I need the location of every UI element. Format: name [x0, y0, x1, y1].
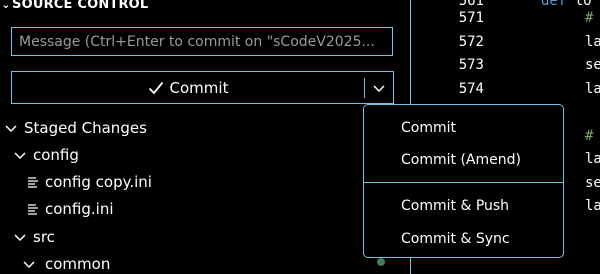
code-comment: #	[585, 10, 594, 26]
menu-item-commit-amend[interactable]: Commit (Amend)	[401, 152, 521, 168]
code-text: la	[585, 81, 600, 97]
menu-item-commit[interactable]: Commit	[401, 120, 456, 136]
tree-folder-src[interactable]: src	[13, 224, 55, 250]
chevron-down-icon	[23, 261, 35, 269]
menu-item-commit-sync[interactable]: Commit & Sync	[401, 231, 510, 247]
staged-changes-header[interactable]: Staged Changes	[4, 115, 147, 141]
menu-divider	[364, 182, 563, 183]
chevron-down-icon	[14, 234, 26, 242]
code-text: la	[585, 34, 600, 50]
tree-file-config-copy[interactable]: config copy.ini	[27, 169, 152, 195]
code-text: la	[585, 198, 600, 214]
code-text: se	[585, 175, 600, 191]
line-number: 573	[458, 57, 484, 73]
commit-dropdown-button[interactable]	[365, 72, 393, 103]
source-control-header[interactable]: ⌄ SOURCE CONTROL	[0, 0, 148, 14]
check-icon	[148, 81, 163, 94]
commit-button-label: Commit	[169, 78, 229, 97]
staged-changes-label: Staged Changes	[24, 119, 147, 137]
chevron-down-icon	[14, 152, 26, 160]
chevron-down-icon	[373, 84, 385, 92]
menu-item-commit-push[interactable]: Commit & Push	[401, 198, 509, 214]
folder-label: common	[45, 255, 111, 273]
tree-folder-config[interactable]: config	[13, 142, 79, 168]
file-label: config.ini	[45, 200, 114, 218]
code-text: la	[585, 151, 600, 167]
file-label: config copy.ini	[45, 173, 152, 191]
scroll-indicator	[377, 258, 385, 266]
tree-file-config[interactable]: config.ini	[27, 196, 114, 222]
code-text: lo	[574, 0, 592, 9]
code-line: def lo	[541, 0, 592, 9]
line-number: 572	[458, 34, 484, 50]
source-control-panel: ⌄ SOURCE CONTROL Commit Staged Changes c…	[0, 0, 410, 274]
chevron-down-icon: ⌄	[1, 0, 11, 11]
commit-message-input[interactable]	[11, 27, 393, 56]
chevron-down-icon	[5, 125, 17, 133]
commit-button-group: Commit	[11, 71, 394, 104]
commit-button[interactable]: Commit	[12, 72, 364, 103]
folder-label: src	[33, 228, 55, 246]
line-number: 571	[458, 10, 484, 26]
code-comment: #	[585, 128, 594, 144]
folder-label: config	[33, 146, 79, 164]
source-control-title: SOURCE CONTROL	[12, 0, 149, 12]
file-lines-icon	[27, 202, 41, 216]
file-lines-icon	[27, 175, 41, 189]
tree-folder-common[interactable]: common	[22, 251, 110, 274]
code-text: se	[585, 57, 600, 73]
line-number: 574	[458, 81, 484, 97]
line-number: 561	[458, 0, 484, 9]
code-keyword: def	[541, 0, 567, 9]
commit-dropdown-menu: Commit Commit (Amend) Commit & Push Comm…	[363, 104, 564, 258]
